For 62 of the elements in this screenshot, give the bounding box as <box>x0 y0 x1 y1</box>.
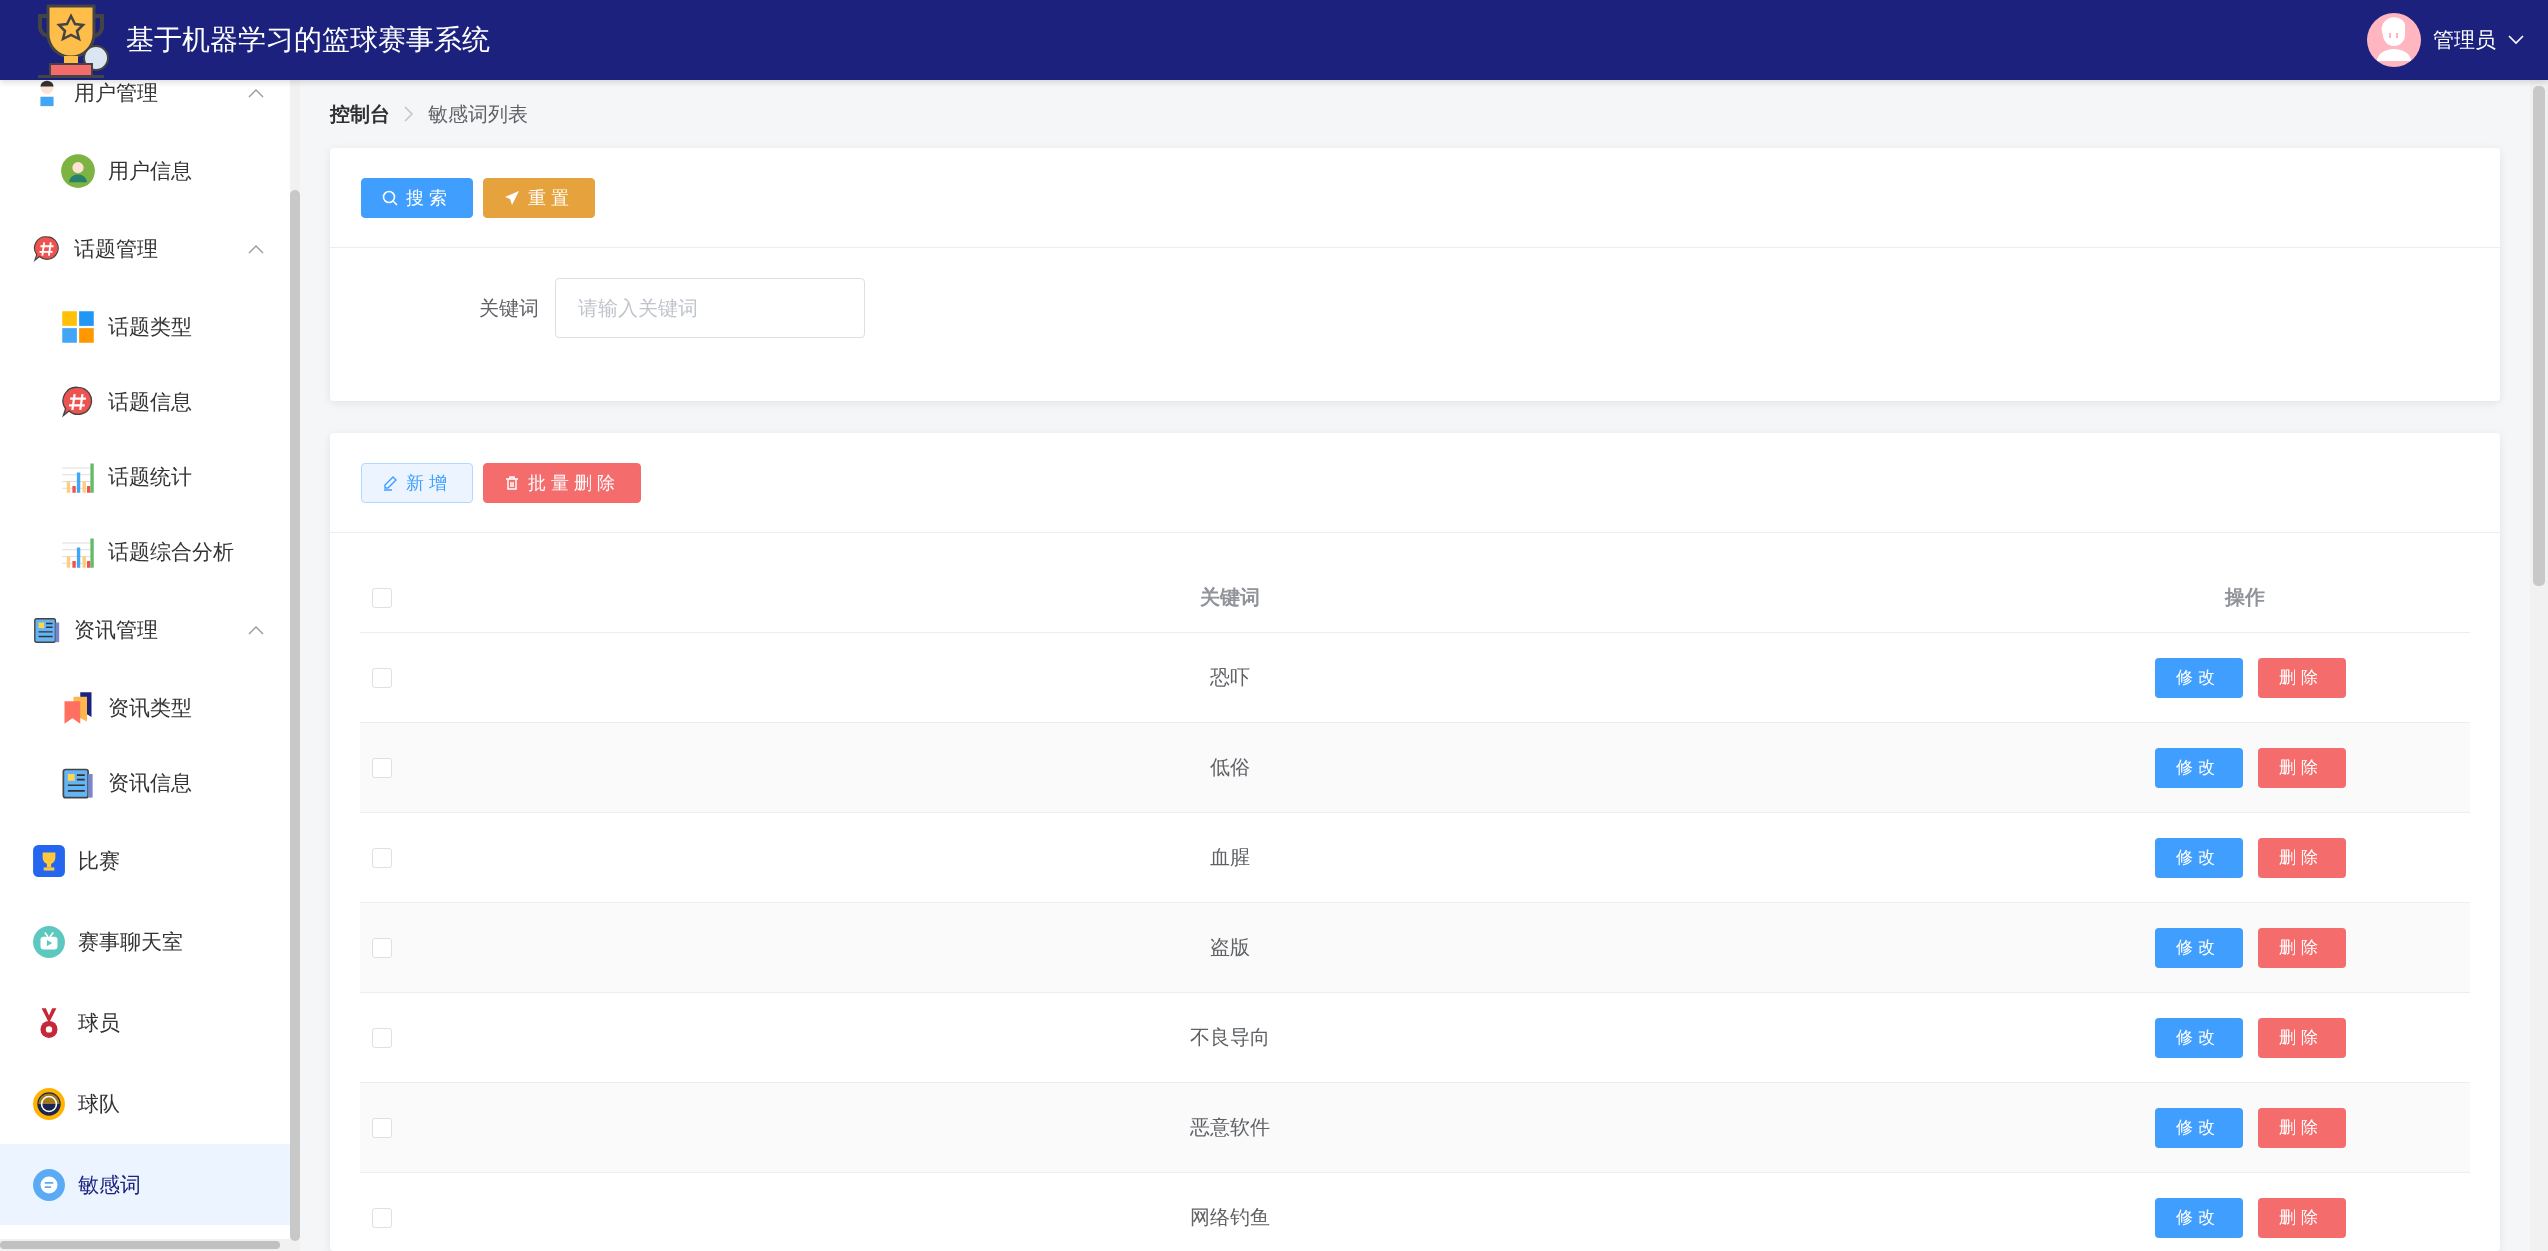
delete-button[interactable]: 删除 <box>2257 1197 2346 1238</box>
chevron-down-icon[interactable] <box>2508 35 2524 45</box>
field-label: 关键词 <box>478 295 540 321</box>
delete-button[interactable]: 删除 <box>2257 657 2346 698</box>
avatar[interactable] <box>2367 13 2421 67</box>
chevron-up-icon <box>248 624 264 635</box>
delete-button[interactable]: 删除 <box>2257 927 2346 968</box>
trash-icon <box>504 475 520 491</box>
checkbox[interactable] <box>372 757 392 778</box>
checkbox[interactable] <box>372 1117 392 1138</box>
edit-button[interactable]: 修改 <box>2154 1197 2243 1238</box>
batch-delete-button[interactable]: 批量删除 <box>483 463 641 503</box>
breadcrumb-link[interactable]: 控制台 <box>330 100 390 128</box>
checkbox[interactable] <box>372 587 392 608</box>
tv-icon <box>32 924 66 959</box>
table-cell-text: 低俗 <box>1209 755 1251 780</box>
person-icon <box>60 152 96 189</box>
search-icon <box>382 190 398 206</box>
edit-button[interactable]: 修改 <box>2154 1017 2243 1058</box>
chevron-up-icon <box>248 87 264 98</box>
sidebar-scrollbar[interactable] <box>290 190 300 1241</box>
keyword-input[interactable]: 请输入关键词 <box>555 278 865 338</box>
table-cell-text: 盗版 <box>1209 935 1251 960</box>
chevron-right-icon <box>404 106 414 122</box>
horizontal-scrollbar[interactable] <box>0 1241 280 1249</box>
breadcrumb-current: 敏感词列表 <box>428 101 528 127</box>
edit-button[interactable]: 修改 <box>2154 1107 2243 1148</box>
table-cell-text: 不良导向 <box>1189 1025 1271 1050</box>
checkbox[interactable] <box>372 1027 392 1048</box>
paper-plane-icon <box>504 190 520 206</box>
search-button[interactable]: 搜索 <box>361 178 473 218</box>
user-name[interactable]: 管理员 <box>2433 26 2496 54</box>
table-cell-text: 恐吓 <box>1209 665 1251 690</box>
checkbox[interactable] <box>372 847 392 868</box>
badge-icon <box>32 1086 66 1121</box>
checkbox[interactable] <box>372 667 392 688</box>
column-header: 操作 <box>2223 585 2266 610</box>
delete-button[interactable]: 删除 <box>2257 747 2346 788</box>
table-cell-text: 网络钓鱼 <box>1189 1205 1271 1230</box>
hashtag-bubble-icon <box>32 233 62 264</box>
delete-button[interactable]: 删除 <box>2257 1017 2346 1058</box>
app-title: 基于机器学习的篮球赛事系统 <box>126 23 490 57</box>
chevron-up-icon <box>248 243 264 254</box>
delete-button[interactable]: 删除 <box>2257 837 2346 878</box>
add-button[interactable]: 新增 <box>361 463 473 503</box>
trophy-icon <box>32 843 66 878</box>
checkbox[interactable] <box>372 1207 392 1228</box>
chat-bubble-icon <box>32 1167 66 1202</box>
column-header: 关键词 <box>1199 585 1261 610</box>
cubes-icon <box>60 308 96 345</box>
edit-button[interactable]: 修改 <box>2154 747 2243 788</box>
delete-button[interactable]: 删除 <box>2257 1107 2346 1148</box>
reset-button[interactable]: 重置 <box>483 178 595 218</box>
table-cell-text: 血腥 <box>1209 845 1251 870</box>
pencil-icon <box>382 475 398 491</box>
table-cell-text: 恶意软件 <box>1189 1115 1271 1140</box>
sidebar-item[interactable]: 敏感词 <box>0 1144 290 1225</box>
edit-button[interactable]: 修改 <box>2154 927 2243 968</box>
page-scrollbar[interactable] <box>2533 86 2545 586</box>
checkbox[interactable] <box>372 937 392 958</box>
edit-button[interactable]: 修改 <box>2154 837 2243 878</box>
edit-button[interactable]: 修改 <box>2154 657 2243 698</box>
